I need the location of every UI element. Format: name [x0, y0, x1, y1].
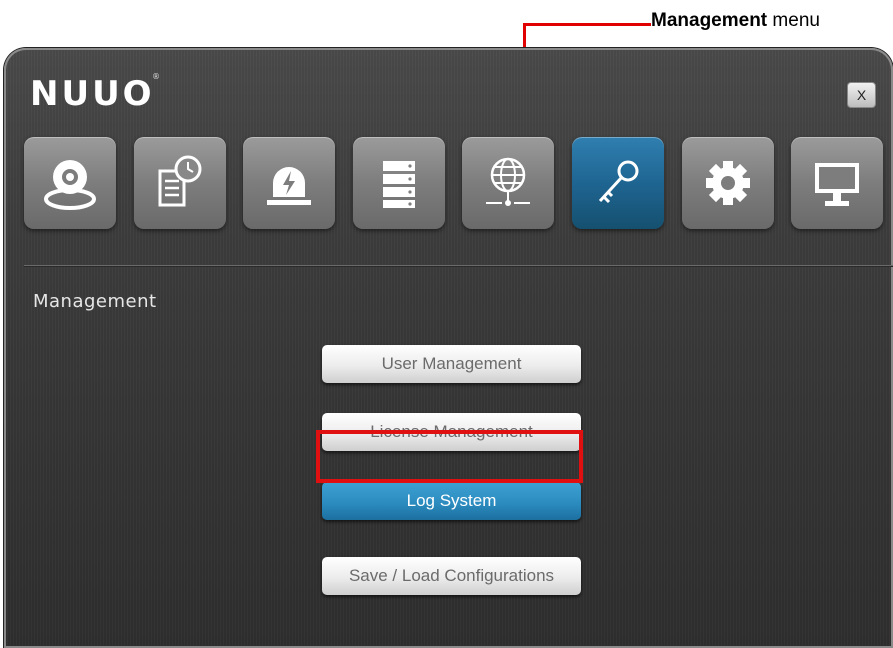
- callout-line-horizontal: [526, 23, 651, 26]
- storage-icon: [383, 161, 415, 208]
- settings-window: NUUO ® X Management User Management Lice…: [4, 48, 893, 648]
- section-divider: [24, 265, 893, 266]
- camera-icon: [44, 160, 96, 210]
- log-system-highlight: [316, 430, 583, 483]
- tool-schedule[interactable]: [134, 137, 226, 229]
- user-management-button[interactable]: User Management: [322, 345, 581, 383]
- gear-icon: [706, 161, 750, 205]
- nuuo-logo: NUUO: [30, 74, 155, 114]
- tool-storage[interactable]: [353, 137, 445, 229]
- tool-camera[interactable]: [24, 137, 116, 229]
- key-icon: [598, 160, 639, 204]
- alarm-icon: [267, 167, 311, 205]
- tool-management[interactable]: [572, 137, 664, 229]
- log-system-button[interactable]: Log System: [322, 482, 581, 520]
- close-button[interactable]: X: [847, 82, 876, 108]
- save-load-configurations-button[interactable]: Save / Load Configurations: [322, 557, 581, 595]
- tool-alarm[interactable]: [243, 137, 335, 229]
- network-icon: [486, 157, 530, 206]
- tool-settings[interactable]: [682, 137, 774, 229]
- schedule-icon: [158, 155, 202, 207]
- callout-bold-text: Management: [651, 10, 768, 31]
- tool-network[interactable]: [462, 137, 554, 229]
- registered-mark: ®: [152, 72, 160, 81]
- tool-display[interactable]: [791, 137, 883, 229]
- section-title: Management: [33, 291, 157, 312]
- callout-rest-text: menu: [767, 10, 820, 31]
- monitor-icon: [815, 163, 859, 206]
- callout-label: Management menu: [651, 10, 820, 32]
